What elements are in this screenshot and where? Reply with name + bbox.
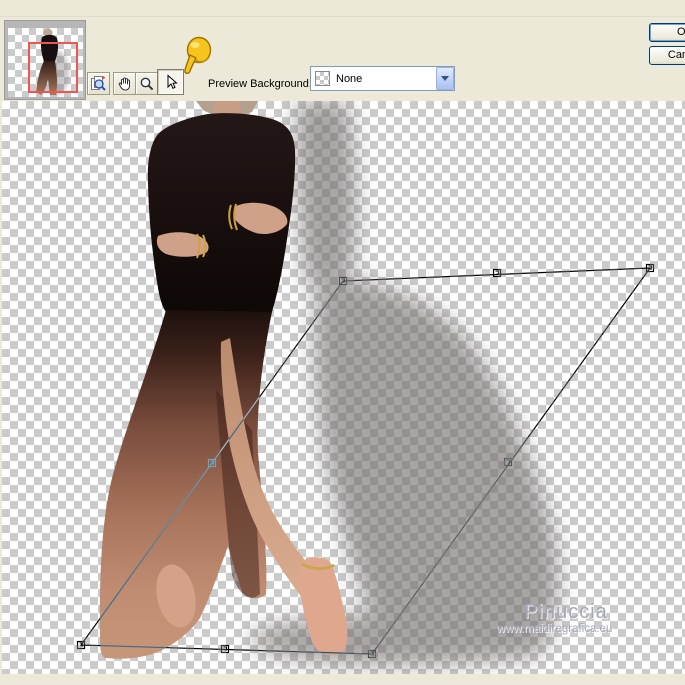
combobox-value: None xyxy=(336,72,363,85)
proof-preview-icon xyxy=(91,76,106,91)
preview-navigator[interactable] xyxy=(4,20,86,100)
chevron-down-icon xyxy=(441,76,449,81)
preview-background-combobox[interactable]: None xyxy=(310,66,455,91)
transform-handle-glyph xyxy=(506,459,510,464)
zoom-magnifier-icon xyxy=(140,77,153,90)
pointing-hand-cursor xyxy=(184,36,212,74)
preview-canvas[interactable]: Pinuccia www.maidiregrafica.eu xyxy=(2,101,685,674)
dialog-top-strip xyxy=(0,0,685,17)
combobox-dropdown-button[interactable] xyxy=(436,67,454,90)
pan-tool-button[interactable] xyxy=(113,72,136,95)
pointer-tool-button[interactable] xyxy=(157,69,184,95)
proof-preview-button[interactable] xyxy=(87,72,110,95)
pointer-arrow-icon xyxy=(167,74,178,89)
navigator-view-rectangle[interactable] xyxy=(28,42,78,93)
pan-hand-icon xyxy=(118,77,130,90)
preview-background-label: Preview Background: xyxy=(208,78,312,90)
cancel-button[interactable]: Cancel xyxy=(649,46,685,65)
ok-button[interactable]: OK xyxy=(649,23,685,42)
transform-bounds xyxy=(79,267,652,655)
deformation-overlay xyxy=(76,263,655,659)
effect-dialog: { "window": { "ok_label": "OK", "cancel_… xyxy=(0,0,685,685)
transparency-swatch-icon xyxy=(315,71,330,86)
transform-handle-glyph xyxy=(495,270,499,275)
zoom-tool-button[interactable] xyxy=(135,72,158,95)
